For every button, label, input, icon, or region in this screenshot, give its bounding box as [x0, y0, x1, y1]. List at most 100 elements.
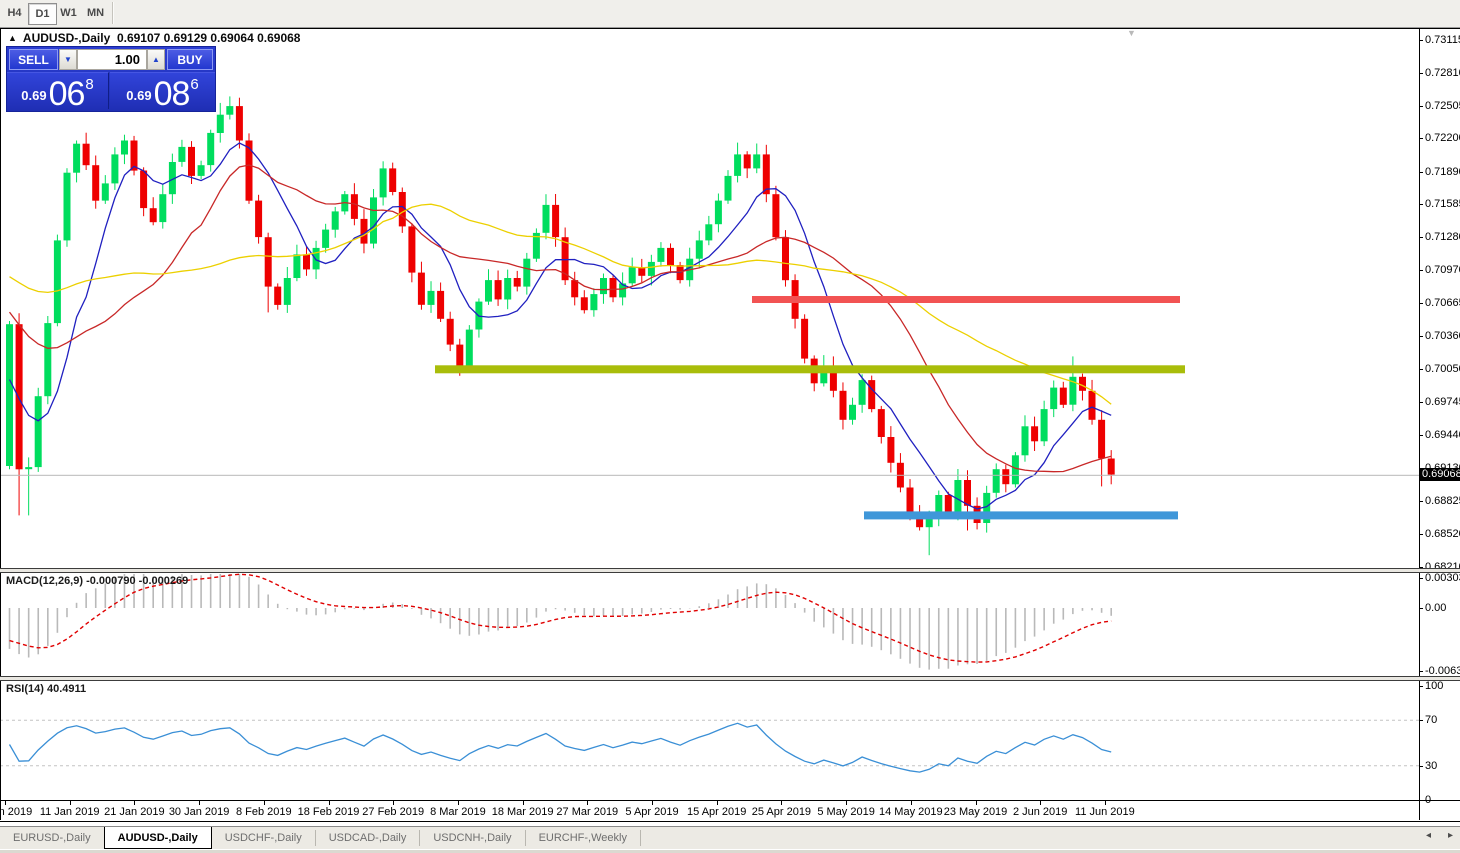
buy-button[interactable]: BUY	[167, 49, 213, 70]
sell-price-point: 8	[85, 76, 93, 93]
price-axis-label: 0.69440	[1425, 429, 1460, 441]
chart-shift-marker-icon[interactable]: ▼	[1127, 28, 1136, 38]
price-chart-canvas[interactable]	[0, 28, 1460, 822]
volume-decrease-button[interactable]: ▼	[59, 49, 77, 70]
buy-price-display[interactable]: 0.69 08 6	[110, 72, 215, 109]
date-axis-label: 8 Mar 2019	[430, 806, 486, 818]
price-axis-label: 0.72810	[1425, 67, 1460, 79]
price-axis-label: 0.70970	[1425, 264, 1460, 276]
chart-tab-audusddaily[interactable]: AUDUSD-,Daily	[104, 827, 212, 849]
timeframe-button-mn[interactable]: MN	[82, 3, 109, 23]
price-axis-label: 0.71585	[1425, 198, 1460, 210]
price-axis-label: 0.72200	[1425, 132, 1460, 144]
timeframe-button-w1[interactable]: W1	[55, 3, 82, 23]
panel-splitter-2[interactable]	[0, 676, 1460, 681]
date-axis-label: 27 Feb 2019	[362, 806, 424, 818]
date-axis-label: 25 Apr 2019	[752, 806, 811, 818]
one-click-collapse-icon[interactable]: ▲	[8, 33, 17, 43]
hline-support-blue[interactable]	[864, 511, 1178, 519]
hline-resistance-red[interactable]	[752, 296, 1180, 303]
date-axis-label: 18 Feb 2019	[298, 806, 360, 818]
sell-price-base: 0.69	[21, 88, 46, 103]
rsi-indicator-label: RSI(14) 40.4911	[6, 683, 86, 695]
price-axis-label: 0.71280	[1425, 231, 1460, 243]
chart-tab-eurchfweekly[interactable]: EURCHF-,Weekly	[526, 827, 640, 849]
sell-button[interactable]: SELL	[9, 49, 58, 70]
tab-scroll-right-icon[interactable]: ▸	[1448, 830, 1453, 841]
date-axis-tick	[199, 801, 200, 805]
date-axis-label: 14 May 2019	[879, 806, 943, 818]
status-strip	[0, 849, 1460, 853]
sell-price-pips: 06	[49, 77, 85, 111]
buy-price-pips: 08	[154, 77, 190, 111]
date-axis-tick	[1105, 801, 1106, 805]
tab-scroll-left-icon[interactable]: ◂	[1426, 830, 1431, 841]
price-axis-label: 0.71890	[1425, 166, 1460, 178]
buy-price-point: 6	[190, 76, 198, 93]
rsi-axis-label: 30	[1425, 760, 1437, 772]
date-axis-tick	[976, 801, 977, 805]
price-axis-label: 0.69130	[1425, 462, 1460, 474]
chart-window: ▲ AUDUSD-,Daily 0.69107 0.69129 0.69064 0…	[0, 28, 1460, 822]
rsi-axis-label: 70	[1425, 714, 1437, 726]
chart-title: ▲ AUDUSD-,Daily 0.69107 0.69129 0.69064 0…	[8, 31, 300, 45]
macd-axis-label: -0.006311	[1425, 665, 1460, 677]
date-axis-label: 5 Apr 2019	[625, 806, 678, 818]
terminal-window: H4D1W1MN ▲ AUDUSD-,Daily 0.69107 0.69129 …	[0, 0, 1460, 853]
hline-pivot-olive[interactable]	[435, 365, 1185, 373]
date-axis-tick	[264, 801, 265, 805]
volume-input[interactable]: 1.00	[77, 49, 147, 70]
price-axis-label: 0.68825	[1425, 495, 1460, 507]
date-axis-tick	[458, 801, 459, 805]
date-axis-tick	[523, 801, 524, 805]
toolbar-separator	[112, 2, 114, 24]
date-axis-tick	[781, 801, 782, 805]
date-axis-tick	[5, 801, 6, 805]
one-click-trading-panel: SELL ▼ 1.00 ▲ BUY 0.69 06 8 0.69 08 6	[6, 46, 216, 112]
chart-tab-usdcaddaily[interactable]: USDCAD-,Daily	[316, 827, 420, 849]
date-axis-label: 2 Jan 2019	[0, 806, 32, 818]
price-axis-label: 0.70050	[1425, 363, 1460, 375]
timeframe-button-h4[interactable]: H4	[1, 3, 28, 23]
macd-axis-label: 0.00	[1425, 602, 1446, 614]
rsi-axis-label: 100	[1425, 680, 1443, 692]
chart-tab-usdchfdaily[interactable]: USDCHF-,Daily	[212, 827, 315, 849]
timeframe-toolbar: H4D1W1MN	[0, 0, 1460, 28]
price-axis-label: 0.73115	[1425, 34, 1460, 46]
moving-average-slow	[10, 204, 1112, 404]
date-axis-tick	[911, 801, 912, 805]
price-axis-label: 0.68520	[1425, 528, 1460, 540]
date-axis-tick	[329, 801, 330, 805]
date-axis-tick	[587, 801, 588, 805]
price-axis-label: 0.70360	[1425, 330, 1460, 342]
date-axis-tick	[70, 801, 71, 805]
timeframe-button-d1[interactable]: D1	[28, 3, 57, 25]
date-axis-label: 15 Apr 2019	[687, 806, 746, 818]
chart-tab-bar: EURUSD-,DailyAUDUSD-,DailyUSDCHF-,DailyU…	[0, 826, 1460, 849]
chart-ohlc-values: 0.69107 0.69129 0.69064 0.69068	[117, 31, 301, 45]
date-axis-label: 11 Jun 2019	[1075, 806, 1135, 818]
date-axis-label: 2 Jun 2019	[1013, 806, 1067, 818]
axis-separator	[1419, 28, 1420, 820]
date-axis-label: 30 Jan 2019	[169, 806, 230, 818]
sell-price-display[interactable]: 0.69 06 8	[7, 72, 109, 109]
current-price-line	[0, 475, 1419, 476]
rsi-bottom-border	[0, 800, 1460, 801]
buy-price-base: 0.69	[126, 88, 151, 103]
chart-bottom-border	[0, 821, 1460, 822]
chart-top-border	[0, 28, 1460, 29]
chart-symbol-label: AUDUSD-,Daily	[23, 31, 110, 45]
macd-indicator-label: MACD(12,26,9) -0.000790 -0.000269	[6, 575, 188, 587]
date-axis-label: 5 May 2019	[817, 806, 874, 818]
price-axis-label: 0.72505	[1425, 100, 1460, 112]
panel-splitter-1[interactable]	[0, 568, 1460, 573]
date-axis-label: 18 Mar 2019	[492, 806, 554, 818]
date-axis-tick	[652, 801, 653, 805]
chart-tab-usdcnhdaily[interactable]: USDCNH-,Daily	[420, 827, 524, 849]
date-axis-label: 27 Mar 2019	[556, 806, 618, 818]
chart-tab-eurusddaily[interactable]: EURUSD-,Daily	[0, 827, 104, 849]
macd-axis-label: 0.003035	[1425, 572, 1460, 584]
rsi-line	[10, 723, 1112, 772]
date-axis-label: 21 Jan 2019	[104, 806, 165, 818]
volume-increase-button[interactable]: ▲	[147, 49, 165, 70]
